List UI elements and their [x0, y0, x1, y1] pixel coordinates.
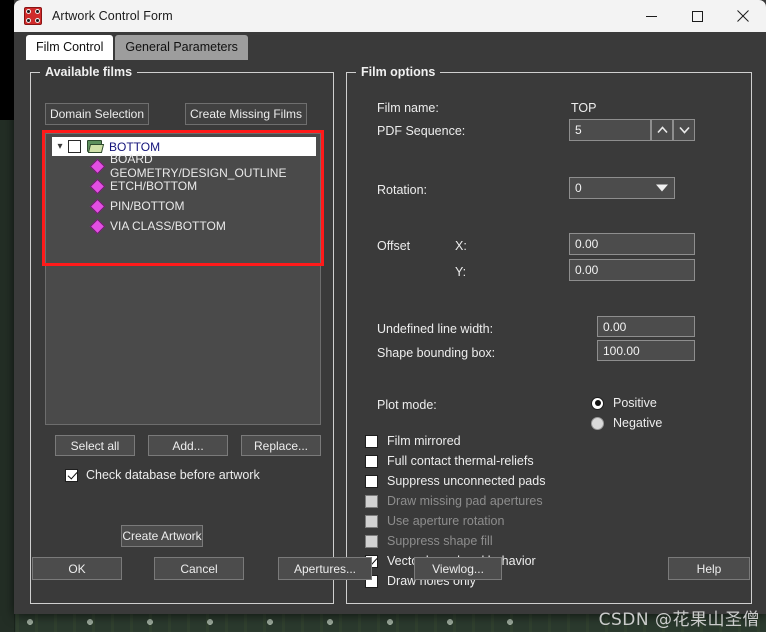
film-options-legend: Film options: [356, 65, 441, 79]
close-icon[interactable]: [720, 0, 766, 32]
apertures-button[interactable]: Apertures...: [278, 557, 372, 580]
shape-bounding-box-label: Shape bounding box:: [377, 346, 496, 360]
film-mirrored-checkbox[interactable]: [365, 434, 378, 448]
tree-child-label: ETCH/BOTTOM: [110, 179, 198, 193]
pdf-sequence-label: PDF Sequence:: [377, 124, 466, 138]
select-all-button[interactable]: Select all: [55, 435, 135, 456]
use-aperture-rotation-label: Use aperture rotation: [387, 514, 505, 528]
help-button[interactable]: Help: [668, 557, 750, 580]
tree-child-row[interactable]: VIA CLASS/BOTTOM: [46, 216, 320, 236]
tree-child-row[interactable]: PIN/BOTTOM: [46, 196, 320, 216]
undefined-line-width-label: Undefined line width:: [377, 322, 494, 336]
pdf-sequence-spin-up[interactable]: [651, 119, 673, 141]
plot-mode-label: Plot mode:: [377, 398, 437, 412]
offset-label: Offset: [377, 239, 411, 253]
suppress-unconnected-pads-label: Suppress unconnected pads: [387, 474, 546, 488]
dialog-footer: OK Cancel Apertures... Viewlog... Help: [14, 552, 766, 614]
artwork-pads-icon: [24, 7, 42, 25]
tab-film-control[interactable]: Film Control: [26, 35, 114, 60]
full-contact-thermal-reliefs-row[interactable]: Full contact thermal-reliefs: [365, 454, 534, 468]
available-films-group: Available films Domain Selection Create …: [30, 65, 334, 604]
suppress-shape-fill-checkbox: [365, 534, 378, 548]
diamond-icon: [89, 218, 106, 234]
available-films-legend: Available films: [40, 65, 138, 79]
tree-child-label: VIA CLASS/BOTTOM: [110, 219, 226, 233]
film-name-label: Film name:: [377, 101, 439, 115]
rotation-label: Rotation:: [377, 183, 428, 197]
title-bar: Artwork Control Form: [14, 0, 766, 32]
suppress-unconnected-pads-row[interactable]: Suppress unconnected pads: [365, 474, 545, 488]
plot-mode-positive-row[interactable]: Positive: [591, 396, 657, 410]
full-contact-thermal-reliefs-checkbox[interactable]: [365, 454, 378, 468]
pdf-sequence-input[interactable]: 5: [569, 119, 651, 141]
window-title: Artwork Control Form: [52, 9, 173, 23]
rotation-dropdown-hit[interactable]: [569, 177, 675, 199]
films-tree[interactable]: ▾ BOTTOM BOARD GEOMETRY/DESIGN_OUTLINE E…: [45, 133, 321, 425]
tree-child-row[interactable]: BOARD GEOMETRY/DESIGN_OUTLINE: [46, 152, 320, 180]
diamond-icon: [89, 158, 106, 174]
cancel-button[interactable]: Cancel: [154, 557, 244, 580]
add-button[interactable]: Add...: [148, 435, 228, 456]
chevron-down-icon: [656, 184, 668, 192]
offset-y-input[interactable]: 0.00: [569, 259, 695, 281]
shape-bounding-box-input[interactable]: 100.00: [597, 340, 695, 361]
draw-missing-pad-apertures-checkbox: [365, 494, 378, 508]
viewlog-button[interactable]: Viewlog...: [414, 557, 502, 580]
film-mirrored-label: Film mirrored: [387, 434, 461, 448]
film-options-group: Film options Film name: TOP PDF Sequence…: [346, 65, 752, 604]
plot-mode-positive-radio[interactable]: [591, 396, 604, 410]
pdf-sequence-spin-down[interactable]: [673, 119, 695, 141]
minimize-icon[interactable]: [628, 0, 674, 32]
tab-general-parameters[interactable]: General Parameters: [115, 35, 248, 60]
use-aperture-rotation-checkbox: [365, 514, 378, 528]
create-artwork-button[interactable]: Create Artwork: [121, 525, 203, 547]
suppress-shape-fill-label: Suppress shape fill: [387, 534, 493, 548]
tree-child-label: BOARD GEOMETRY/DESIGN_OUTLINE: [110, 152, 287, 180]
create-missing-films-button[interactable]: Create Missing Films: [185, 103, 307, 125]
plot-mode-negative-label: Negative: [613, 416, 663, 430]
dialog-body: Available films Domain Selection Create …: [14, 60, 766, 614]
folder-open-icon: [87, 140, 105, 153]
artwork-control-form-dialog: Artwork Control Form Film Control Genera…: [14, 0, 766, 614]
offset-y-label: Y:: [455, 265, 467, 279]
diamond-icon: [89, 198, 106, 214]
check-database-checkbox[interactable]: [65, 468, 78, 482]
domain-selection-button[interactable]: Domain Selection: [45, 103, 149, 125]
offset-x-label: X:: [455, 239, 467, 253]
diamond-icon: [89, 178, 106, 194]
film-name-value: TOP: [571, 101, 597, 115]
draw-missing-pad-apertures-row: Draw missing pad apertures: [365, 494, 543, 508]
check-database-before-artwork-row[interactable]: Check database before artwork: [65, 468, 260, 482]
pcb-pads: [0, 612, 766, 632]
films-tree-wrapper: ▾ BOTTOM BOARD GEOMETRY/DESIGN_OUTLINE E…: [42, 130, 324, 425]
check-database-label: Check database before artwork: [86, 468, 260, 482]
ok-button[interactable]: OK: [32, 557, 122, 580]
offset-x-input[interactable]: 0.00: [569, 233, 695, 255]
draw-missing-pad-apertures-label: Draw missing pad apertures: [387, 494, 543, 508]
maximize-icon[interactable]: [674, 0, 720, 32]
plot-mode-negative-row[interactable]: Negative: [591, 416, 662, 430]
full-contact-thermal-reliefs-label: Full contact thermal-reliefs: [387, 454, 534, 468]
tree-child-label: PIN/BOTTOM: [110, 199, 185, 213]
plot-mode-positive-label: Positive: [613, 396, 657, 410]
replace-button[interactable]: Replace...: [241, 435, 321, 456]
chevron-down-icon[interactable]: ▾: [52, 137, 68, 156]
use-aperture-rotation-row: Use aperture rotation: [365, 514, 504, 528]
plot-mode-negative-radio[interactable]: [591, 416, 604, 430]
tree-item-checkbox[interactable]: [68, 140, 81, 153]
film-mirrored-row[interactable]: Film mirrored: [365, 434, 461, 448]
suppress-unconnected-pads-checkbox[interactable]: [365, 474, 378, 488]
undefined-line-width-input[interactable]: 0.00: [597, 316, 695, 337]
tab-strip: Film Control General Parameters: [14, 32, 766, 60]
suppress-shape-fill-row: Suppress shape fill: [365, 534, 493, 548]
